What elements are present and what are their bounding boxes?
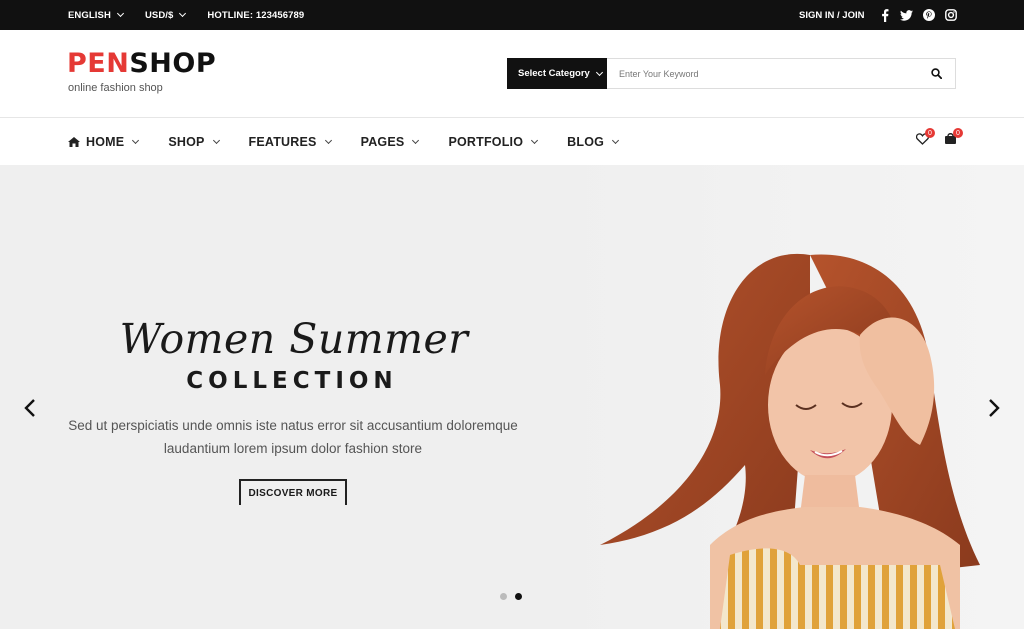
- nav-item-portfolio[interactable]: PORTFOLIO: [448, 134, 539, 149]
- main-nav: HOME SHOP FEATURES PAGES PORTFOLIO BLOG …: [0, 118, 1024, 165]
- logo-part-pen: PEN: [67, 48, 130, 79]
- instagram-icon[interactable]: [944, 9, 957, 22]
- nav-item-label: HOME: [86, 134, 125, 149]
- chevron-down-icon: [132, 136, 140, 144]
- search-button[interactable]: [917, 59, 955, 88]
- search-bar: Select Category: [507, 58, 956, 89]
- wishlist-button[interactable]: 0: [915, 128, 935, 146]
- chevron-down-icon: [612, 136, 620, 144]
- nav-item-label: BLOG: [567, 134, 605, 149]
- hero-slider: Women Summer COLLECTION Sed ut perspicia…: [0, 165, 1024, 629]
- site-header: PENSHOP online fashion shop Select Categ…: [0, 30, 1024, 118]
- slider-prev-button[interactable]: [22, 397, 38, 419]
- search-input[interactable]: [608, 59, 918, 88]
- discover-more-button[interactable]: DISCOVER MORE: [239, 479, 347, 505]
- facebook-icon[interactable]: [878, 8, 891, 22]
- slider-next-button[interactable]: [986, 397, 1002, 419]
- slider-dot[interactable]: [500, 593, 507, 600]
- cart-count-badge: 0: [953, 128, 963, 138]
- language-label: ENGLISH: [68, 9, 111, 21]
- hero-description: Sed ut perspiciatis unde omnis iste natu…: [68, 418, 518, 456]
- site-logo[interactable]: PENSHOP: [67, 49, 216, 79]
- chevron-down-icon: [412, 136, 420, 144]
- hero-title: Women Summer: [119, 315, 469, 363]
- slider-dot-active[interactable]: [515, 593, 522, 600]
- chevron-down-icon: [324, 136, 332, 144]
- nav-item-label: FEATURES: [248, 134, 317, 149]
- nav-item-pages[interactable]: PAGES: [360, 134, 420, 149]
- chevron-down-icon: [116, 9, 124, 18]
- hero-subtitle: COLLECTION: [186, 368, 398, 394]
- currency-selector[interactable]: USD/$: [144, 9, 187, 21]
- top-bar: ENGLISH USD/$ HOTLINE: 123456789 SIGN IN…: [0, 0, 1024, 30]
- chevron-down-icon: [179, 9, 187, 18]
- category-select-label: Select Category: [518, 68, 590, 79]
- chevron-down-icon: [531, 136, 539, 144]
- nav-item-label: PAGES: [360, 134, 405, 149]
- chevron-down-icon: [212, 136, 220, 144]
- cart-button[interactable]: 0: [944, 128, 963, 146]
- currency-label: USD/$: [144, 9, 174, 21]
- chevron-down-icon: [595, 68, 603, 76]
- nav-item-label: PORTFOLIO: [448, 134, 524, 149]
- pinterest-icon[interactable]: [922, 9, 935, 22]
- hero-model-image: [600, 253, 980, 629]
- slider-dots: [500, 593, 522, 600]
- signin-link[interactable]: SIGN IN / JOIN: [799, 0, 864, 30]
- twitter-icon[interactable]: [900, 9, 913, 22]
- chevron-left-icon: [24, 399, 35, 417]
- site-tagline: online fashion shop: [68, 82, 163, 94]
- nav-item-features[interactable]: FEATURES: [248, 134, 332, 149]
- chevron-right-icon: [989, 399, 1000, 417]
- wishlist-count-badge: 0: [925, 128, 935, 138]
- category-select[interactable]: Select Category: [507, 58, 607, 89]
- language-selector[interactable]: ENGLISH: [68, 9, 124, 21]
- search-icon: [930, 68, 942, 79]
- home-icon: [68, 136, 80, 147]
- nav-item-shop[interactable]: SHOP: [168, 134, 220, 149]
- logo-part-shop: SHOP: [129, 48, 217, 79]
- nav-item-blog[interactable]: BLOG: [567, 134, 620, 149]
- hotline: HOTLINE: 123456789: [207, 9, 305, 21]
- nav-item-home[interactable]: HOME: [68, 134, 140, 149]
- nav-item-label: SHOP: [168, 134, 205, 149]
